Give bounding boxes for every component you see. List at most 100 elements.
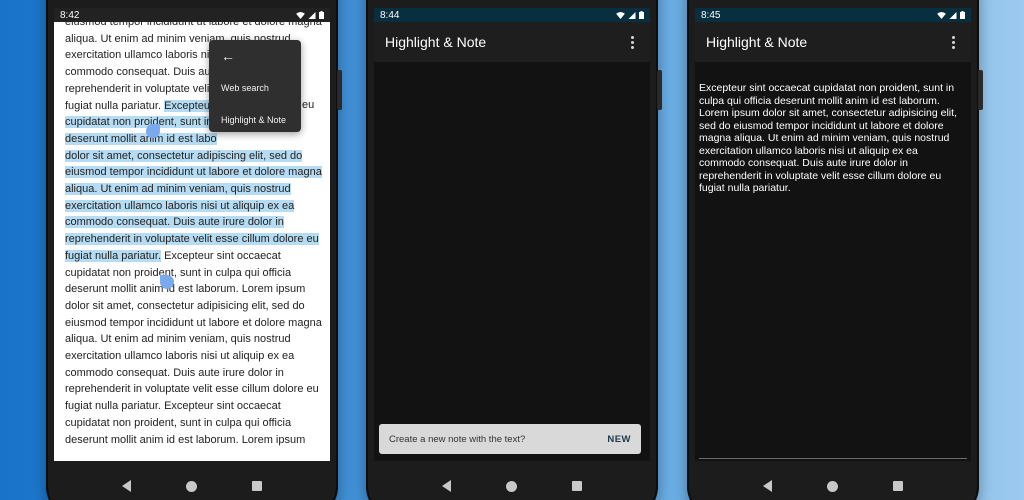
arrow-left-icon[interactable]: ← [221, 48, 235, 64]
reader-line: aliqua. Ut enim ad minim veniam, quis no… [65, 181, 321, 198]
recent-apps-icon[interactable] [252, 481, 263, 491]
snackbar-message: Create a new note with the text? [389, 433, 526, 445]
nav-bar [374, 461, 650, 500]
highlighted-text: exercitation ullamco laboris nisi ut ali… [65, 199, 295, 212]
highlighted-text: dolor sit amet, consectetur adipiscing e… [65, 149, 303, 162]
note-line: reprehenderit in voluptate velit esse ci… [699, 169, 942, 182]
home-icon[interactable] [826, 480, 838, 492]
reader-line: commodo consequat. Duis aute irure dolor… [65, 214, 321, 231]
reader-line-plain: fugiat nulla pariatur. [65, 99, 165, 112]
reader-line: cupidatat non proident, sunt in culpa qu… [65, 416, 292, 429]
phone-empty-notes: 8:44 Highlight & Note Create a new note … [366, 0, 662, 500]
signal-icon [308, 11, 316, 19]
reader-overflow-text: eu [302, 97, 314, 164]
reader-line: deserunt mollit anim id est labo [65, 131, 321, 148]
back-icon[interactable] [121, 480, 131, 492]
phone-note-editor: 8:45 Highlight & Note Excepteur sint occ… [687, 0, 983, 500]
recent-apps-icon[interactable] [572, 481, 583, 491]
status-time: 8:44 [380, 9, 400, 21]
home-icon[interactable] [185, 480, 197, 492]
app-title: Highlight & Note [706, 34, 808, 50]
note-line: fugiat nulla pariatur. [699, 182, 791, 194]
highlighted-text: aliqua. Ut enim ad minim veniam, quis no… [65, 183, 291, 196]
app-bar: Highlight & Note [695, 22, 971, 62]
snackbar: Create a new note with the text? NEW [379, 424, 641, 454]
status-bar: 8:45 [695, 8, 971, 22]
status-bar: 8:44 [374, 8, 650, 22]
app-title: Highlight & Note [385, 34, 487, 50]
back-icon[interactable] [762, 480, 772, 492]
reader-line: aliqua. Ut enim ad minim veniam, quis no… [65, 333, 291, 346]
note-text: Excepteur sint occaecat cupidatat non pr… [699, 82, 967, 195]
status-time: 8:42 [60, 9, 80, 21]
note-line: exercitation ullamco laboris nisi ut ali… [699, 144, 918, 157]
phone-reader: 8:42 eiusmod tempor incididunt ut labore… [46, 0, 342, 500]
wifi-icon [937, 11, 946, 19]
reader-line: reprehenderit in voluptate velit esse ci… [65, 383, 319, 396]
note-line: magna aliqua. Ut enim ad minim veniam, q… [699, 132, 950, 144]
signal-icon [949, 11, 957, 19]
reader-line-plain: Excepteur sint occaecat [161, 249, 281, 262]
wifi-icon [296, 11, 305, 19]
nav-bar [695, 461, 971, 500]
new-note-button[interactable]: NEW [607, 434, 631, 445]
reader-line: cupidatat non proident, sunt in culpa qu… [65, 266, 292, 279]
overflow-menu-icon[interactable] [948, 32, 959, 53]
home-icon[interactable] [505, 480, 517, 492]
wifi-icon [616, 11, 625, 19]
status-icons [296, 11, 324, 19]
reader-line-tail: eu [302, 99, 315, 111]
signal-icon [628, 11, 636, 19]
note-screen: 8:45 Highlight & Note Excepteur sint occ… [695, 8, 971, 461]
highlighted-text: cupidatat non proident, sunt in [65, 116, 213, 129]
reader-line: eiusmod tempor incididunt ut labore et d… [65, 316, 322, 329]
overflow-menu-icon[interactable] [627, 32, 638, 53]
notes-screen: 8:44 Highlight & Note Create a new note … [374, 8, 650, 461]
note-line: commodo consequat. Duis aute irure dolor… [699, 157, 908, 169]
note-line: culpa qui officia deserunt mollit anim i… [699, 94, 940, 107]
selection-start-handle[interactable] [146, 124, 160, 138]
status-time: 8:45 [701, 9, 721, 21]
reader-line: fugiat nulla pariatur. Excepteur sint oc… [65, 248, 321, 265]
reader-line: eiusmod tempor incididunt ut labore et d… [65, 22, 322, 28]
status-icons [616, 11, 644, 19]
highlight-end: fugiat nulla pariatur. [65, 249, 162, 262]
input-underline [699, 458, 967, 459]
reader-line-tail [302, 114, 314, 131]
menu-item-web-search[interactable]: Web search [221, 83, 269, 93]
reader-line-tail [302, 130, 314, 147]
reader-text-area[interactable]: eiusmod tempor incididunt ut labore et d… [54, 22, 330, 461]
note-line: Lorem ipsum dolor sit amet, consectetur … [699, 107, 957, 119]
reader-line: eiusmod tempor incididunt ut labore et d… [65, 164, 322, 181]
text-selection-menu: ← Web search Highlight & Note [209, 40, 301, 132]
status-icons [937, 11, 965, 19]
reader-line: dolor sit amet, consectetur adipisicing … [65, 299, 305, 312]
reader-line: dolor sit amet, consectetur adipiscing e… [65, 148, 321, 165]
reader-screen: 8:42 eiusmod tempor incididunt ut labore… [54, 8, 330, 461]
back-icon[interactable] [441, 480, 451, 492]
highlighted-text: eiusmod tempor incididunt ut labore et d… [65, 166, 322, 179]
status-bar: 8:42 [54, 8, 330, 22]
reader-line: deserunt mollit anim id est laborum. Lor… [65, 433, 306, 446]
highlight-start: Excepteur [164, 99, 214, 112]
highlighted-text: deserunt mollit anim id est labo [65, 132, 217, 145]
nav-bar [54, 461, 330, 500]
reader-line: fugiat nulla pariatur. Excepteur sint oc… [65, 400, 281, 413]
app-bar: Highlight & Note [374, 22, 650, 62]
reader-line: exercitation ullamco laboris nisi ut ali… [65, 350, 295, 363]
note-line: Excepteur sint occaecat cupidatat non pr… [699, 82, 955, 94]
battery-icon [960, 11, 965, 19]
note-line: sed do eiusmod tempor incididunt ut labo… [699, 119, 944, 132]
selection-end-handle[interactable] [160, 275, 174, 289]
battery-icon [639, 11, 644, 19]
reader-line: exercitation ullamco laboris nisi ut ali… [65, 198, 321, 215]
reader-line: deserunt mollit anim id est laborum. Lor… [65, 283, 306, 296]
menu-item-highlight-note[interactable]: Highlight & Note [221, 115, 286, 125]
highlighted-text: commodo consequat. Duis aute irure dolor… [65, 216, 284, 229]
reader-line: commodo consequat. Duis aute irure dolor… [65, 366, 284, 379]
highlighted-text: reprehenderit in voluptate velit esse ci… [65, 233, 319, 246]
note-editor[interactable]: Excepteur sint occaecat cupidatat non pr… [695, 62, 971, 461]
recent-apps-icon[interactable] [893, 481, 904, 491]
battery-icon [319, 11, 324, 19]
reader-line: reprehenderit in voluptate velit esse ci… [65, 231, 321, 248]
